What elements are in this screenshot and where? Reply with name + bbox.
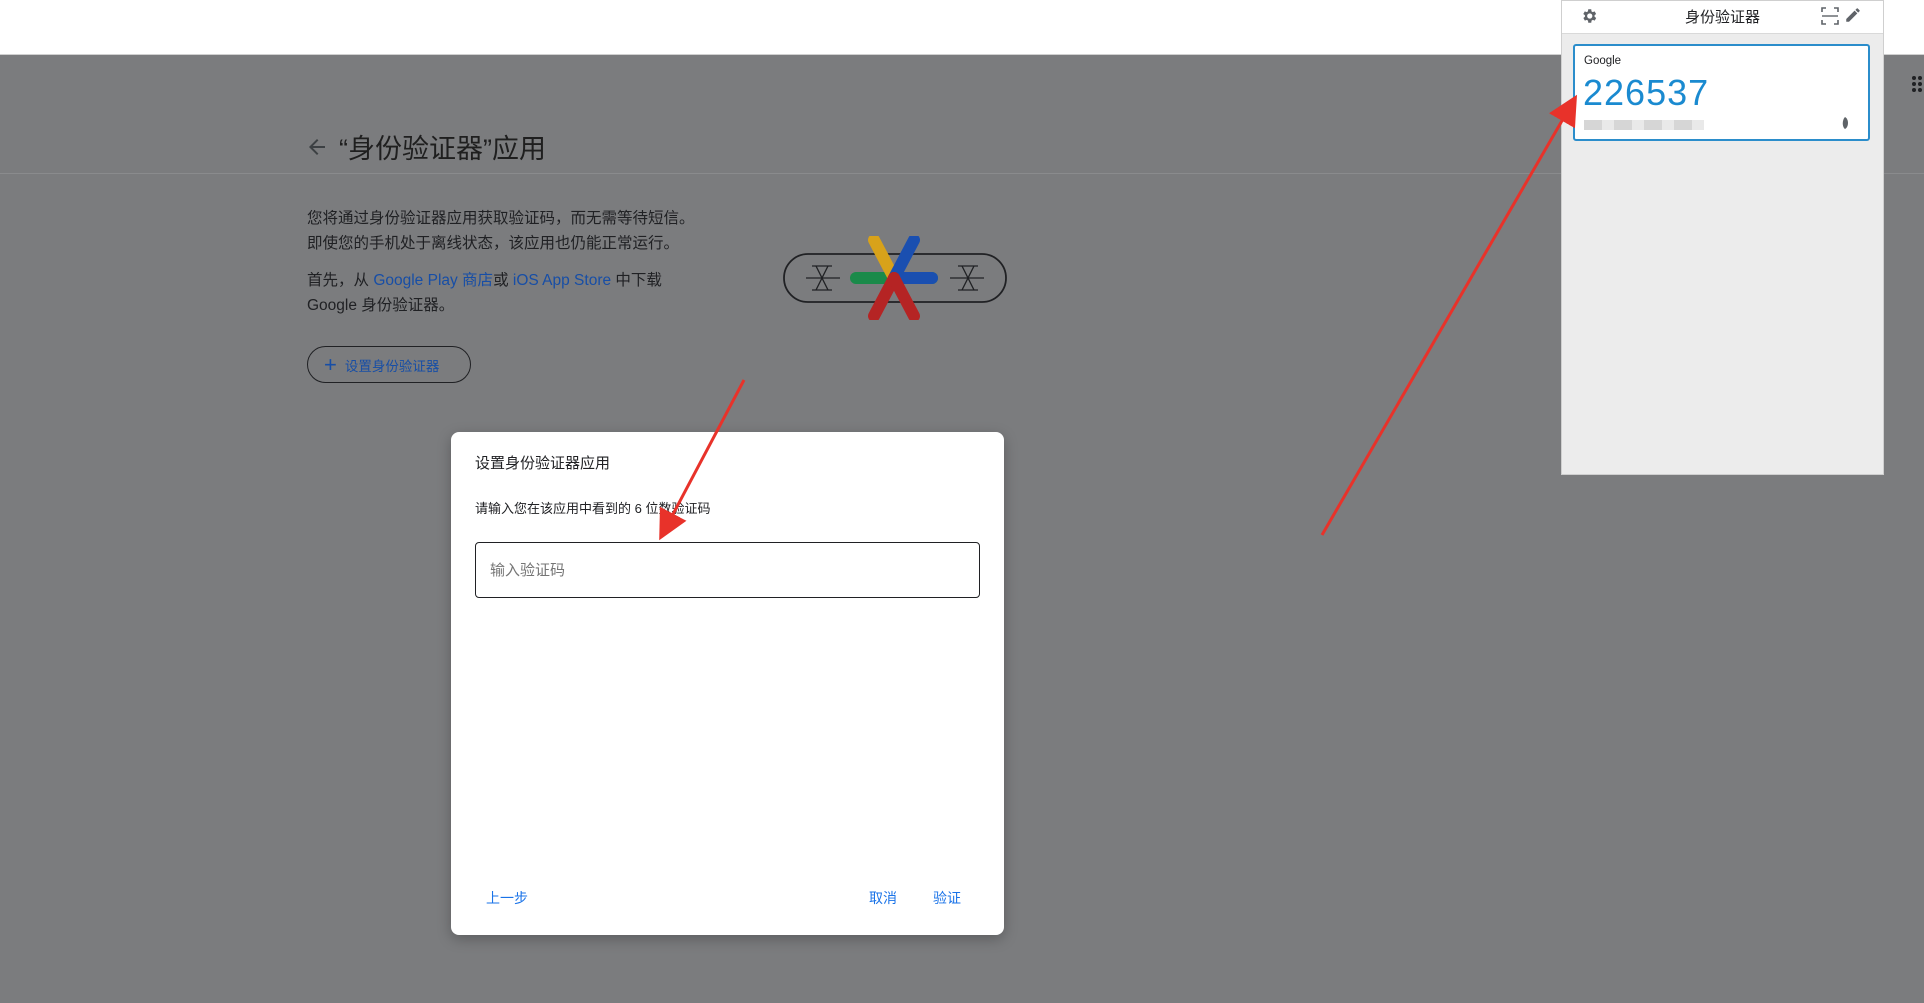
otp-issuer: Google xyxy=(1584,55,1622,67)
authenticator-logo-illustration xyxy=(783,236,1007,320)
extension-header: 身份验证器 xyxy=(1562,1,1883,34)
google-play-link[interactable]: Google Play 商店 xyxy=(373,272,493,289)
download-text-suffix: 中下载 xyxy=(611,272,662,289)
edit-pencil-icon[interactable] xyxy=(1844,6,1862,24)
otp-code[interactable]: 226537 xyxy=(1583,72,1709,114)
authenticator-extension-popup: 身份验证器 Google 226537 xyxy=(1561,0,1884,475)
verify-button[interactable]: 验证 xyxy=(933,888,961,908)
setup-authenticator-label: 设置身份验证器 xyxy=(344,358,440,374)
otp-account-blurred xyxy=(1584,120,1704,130)
download-text-prefix: 首先，从 xyxy=(307,272,374,289)
countdown-timer-icon xyxy=(1842,117,1848,129)
dialog-subtitle: 请输入您在该应用中看到的 6 位数验证码 xyxy=(475,501,711,516)
page-title: “身份验证器”应用 xyxy=(339,134,546,164)
page-description: 您将通过身份验证器应用获取验证码，而无需等待短信。 即使您的手机处于离线状态，该… xyxy=(307,206,727,330)
back-button[interactable]: 上一步 xyxy=(486,888,528,908)
dialog-title: 设置身份验证器应用 xyxy=(475,455,611,472)
plus-icon: + xyxy=(324,351,337,377)
description-line-2: 即使您的手机处于离线状态，该应用也仍能正常运行。 xyxy=(307,235,680,252)
download-text-or: 或 xyxy=(493,272,513,289)
description-line-1: 您将通过身份验证器应用获取验证码，而无需等待短信。 xyxy=(307,210,695,227)
ios-app-store-link[interactable]: iOS App Store xyxy=(513,272,611,289)
setup-authenticator-dialog: 设置身份验证器应用 请输入您在该应用中看到的 6 位数验证码 上一步 取消 验证 xyxy=(451,432,1004,935)
download-text-line-2: Google 身份验证器。 xyxy=(307,297,455,314)
scan-qr-icon[interactable] xyxy=(1821,7,1839,25)
back-arrow-icon[interactable] xyxy=(305,135,329,159)
otp-entry-card[interactable]: Google 226537 xyxy=(1573,44,1870,141)
verification-code-input[interactable] xyxy=(475,542,980,598)
setup-authenticator-button[interactable]: + 设置身份验证器 xyxy=(307,346,471,383)
apps-grid-icon[interactable] xyxy=(1910,74,1924,94)
cancel-button[interactable]: 取消 xyxy=(869,888,897,908)
